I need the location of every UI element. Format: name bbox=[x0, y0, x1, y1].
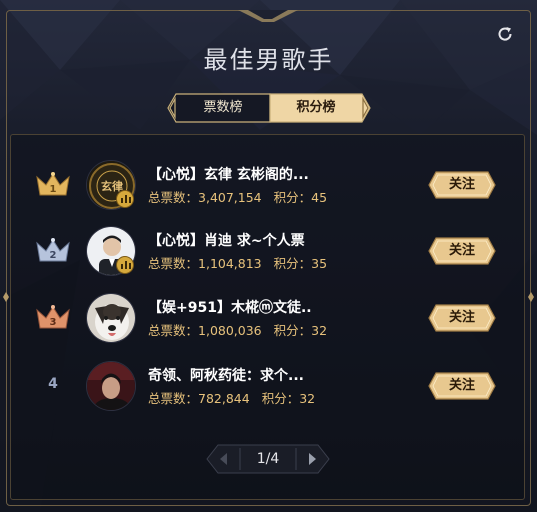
stats-line: 总票数：1,104,813 积分：35 bbox=[148, 256, 328, 271]
left-frame-gem bbox=[3, 292, 9, 302]
chevron-left-icon bbox=[220, 453, 227, 465]
vote-count: 1,080,036 bbox=[198, 323, 262, 338]
streamer-name: 【娱+951】木椛ⓜ文徒.. bbox=[148, 300, 312, 316]
rank-label: 2 bbox=[50, 250, 57, 261]
rank-label: 1 bbox=[50, 184, 57, 195]
avatar[interactable] bbox=[86, 293, 136, 343]
points-value: 35 bbox=[311, 256, 328, 271]
bronze-crown-icon: 3 bbox=[36, 305, 70, 329]
streamer-name: 奇领、阿秋药徒：求个... bbox=[148, 368, 304, 384]
streamer-name: 【心悦】肖迪 求~个人票 bbox=[148, 233, 305, 249]
refresh-icon bbox=[498, 27, 512, 41]
level-icon bbox=[116, 256, 134, 274]
points-value: 32 bbox=[311, 323, 328, 338]
list-item: 1 玄律 【心悦】玄律 玄彬阁的... 总票数：3,407,154 积分：45 关… bbox=[30, 157, 505, 217]
follow-button[interactable]: 关注 bbox=[428, 171, 496, 199]
avatar-image bbox=[87, 362, 135, 410]
avatar[interactable] bbox=[86, 361, 136, 411]
avatar-image bbox=[87, 294, 135, 342]
vote-count: 1,104,813 bbox=[198, 256, 262, 271]
stats-line: 总票数：3,407,154 积分：45 bbox=[148, 190, 328, 205]
points-value: 45 bbox=[311, 190, 328, 205]
pagination: 1/4 bbox=[206, 444, 330, 474]
follow-label: 关注 bbox=[448, 378, 475, 393]
streamer-name: 【心悦】玄律 玄彬阁的... bbox=[148, 167, 309, 183]
page-title: 最佳男歌手 bbox=[203, 46, 334, 74]
follow-button[interactable]: 关注 bbox=[428, 304, 496, 332]
follow-label: 关注 bbox=[448, 177, 475, 192]
tab-votes[interactable]: 票数榜 bbox=[176, 93, 270, 123]
list-item: 4 奇领、阿秋药徒：求个... 总票数：782,844 积分：32 关注 bbox=[30, 358, 505, 418]
silver-crown-icon: 2 bbox=[36, 238, 70, 262]
prev-page-button[interactable] bbox=[206, 444, 240, 474]
ranking-panel: 最佳男歌手 票数榜 积分榜 1 玄律 【心悦】玄律 玄彬阁的... 总票数：3,… bbox=[0, 0, 537, 512]
tab-bar: 票数榜 积分榜 bbox=[166, 93, 372, 123]
vote-count: 3,407,154 bbox=[198, 190, 262, 205]
level-icon bbox=[116, 190, 134, 208]
refresh-button[interactable] bbox=[496, 25, 514, 43]
tab-points[interactable]: 积分榜 bbox=[270, 93, 362, 123]
page-indicator: 1/4 bbox=[256, 451, 280, 467]
rank-label: 4 bbox=[48, 376, 58, 392]
stats-line: 总票数：782,844 积分：32 bbox=[148, 391, 316, 406]
list-item: 2 【心悦】肖迪 求~个人票 总票数：1,104,813 积分：35 关注 bbox=[30, 223, 505, 283]
chevron-right-icon bbox=[309, 453, 316, 465]
gold-crown-icon: 1 bbox=[36, 172, 70, 196]
follow-label: 关注 bbox=[448, 243, 475, 258]
follow-button[interactable]: 关注 bbox=[428, 237, 496, 265]
stats-line: 总票数：1,080,036 积分：32 bbox=[148, 323, 328, 338]
top-ornament bbox=[238, 10, 298, 22]
follow-button[interactable]: 关注 bbox=[428, 372, 496, 400]
follow-label: 关注 bbox=[448, 310, 475, 325]
points-value: 32 bbox=[299, 391, 316, 406]
vote-count: 782,844 bbox=[198, 391, 250, 406]
list-item: 3 【娱+951】木椛ⓜ文徒.. 总票数：1,080,036 积分：32 关注 bbox=[30, 290, 505, 350]
next-page-button[interactable] bbox=[296, 444, 330, 474]
rank-label: 3 bbox=[50, 317, 57, 328]
right-frame-gem bbox=[528, 292, 534, 302]
